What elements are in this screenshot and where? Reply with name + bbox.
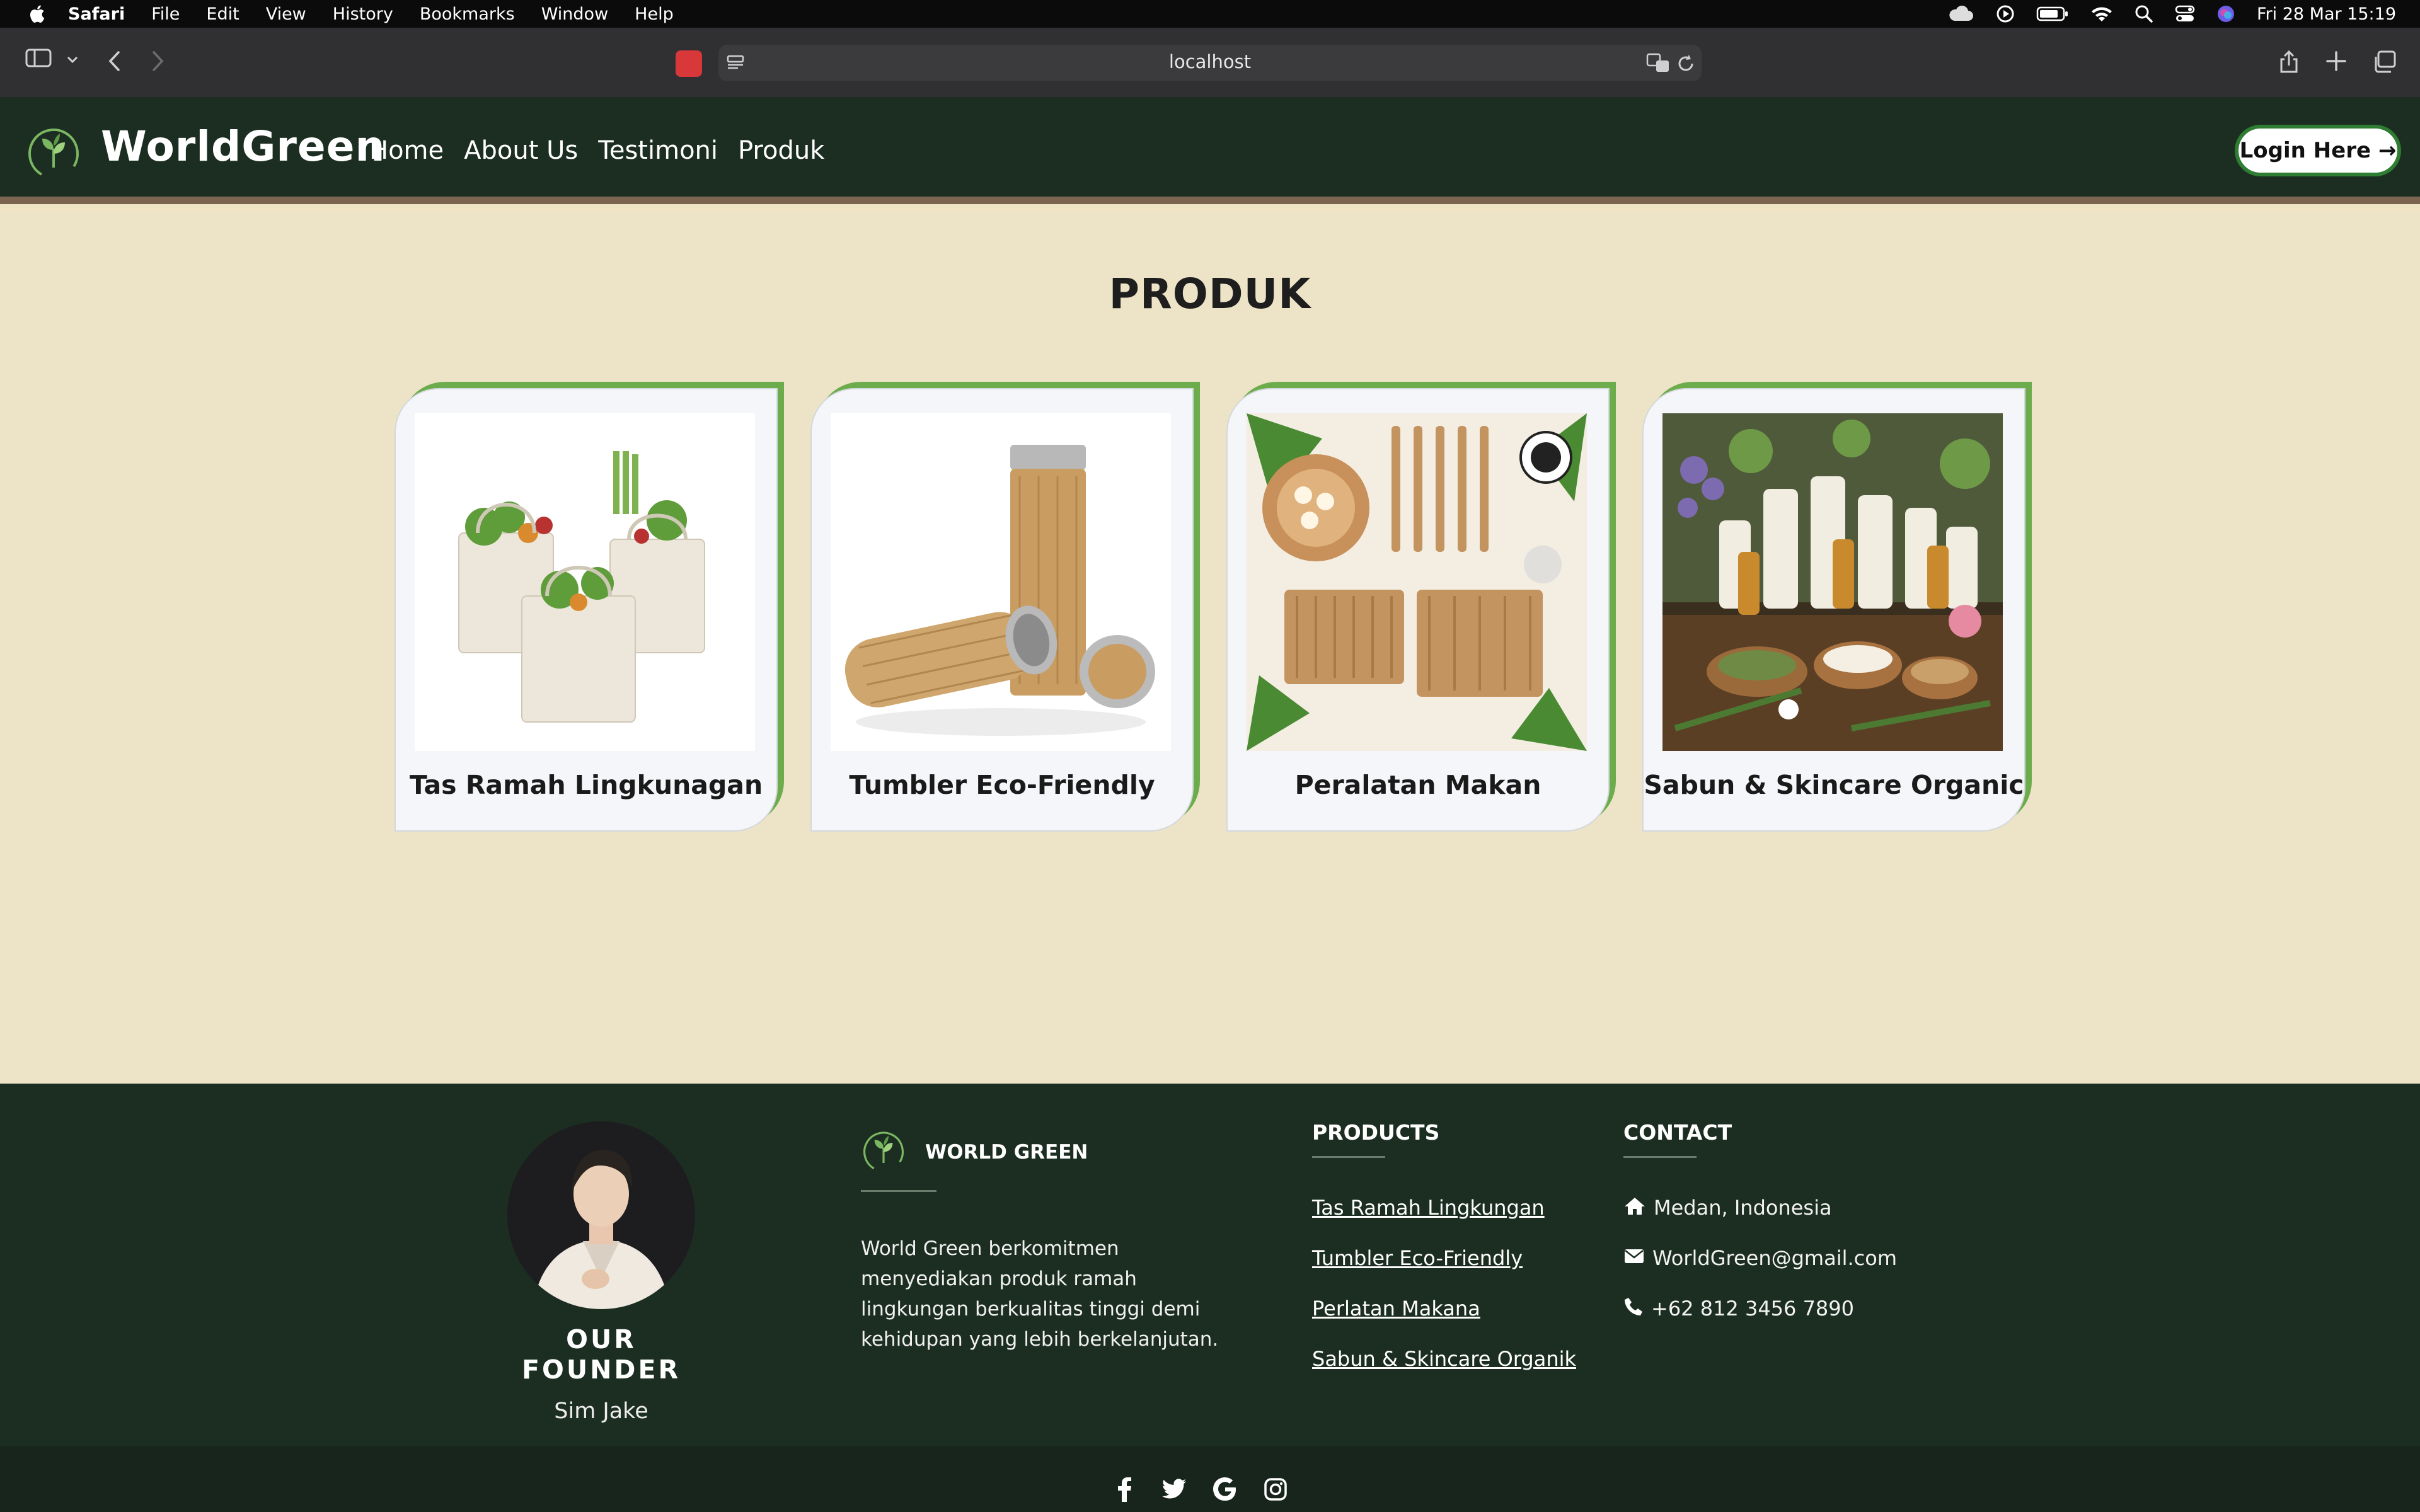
tote-bag-image [415, 413, 755, 751]
footer-link-peralatan[interactable]: Perlatan Makana [1312, 1297, 1480, 1320]
menu-file[interactable]: File [151, 4, 180, 24]
footer-products-title: PRODUCTS [1312, 1120, 1440, 1145]
url-text[interactable]: localhost [1084, 51, 1336, 72]
product-name: Sabun & Skincare Organic [1644, 770, 2024, 800]
about-block: WORLD GREEN World Green berkomitmen meny… [861, 1128, 1239, 1354]
battery-icon[interactable] [2036, 6, 2069, 22]
share-icon[interactable] [2279, 49, 2299, 77]
footer-link-sabun[interactable]: Sabun & Skincare Organik [1312, 1347, 1576, 1371]
main-nav: Home About Us Testimoni Produk [369, 136, 824, 165]
product-name: Tas Ramah Lingkunagan [409, 770, 763, 800]
menu-bar: Safari File Edit View History Bookmarks … [0, 0, 2420, 28]
spotlight-icon[interactable] [2135, 4, 2153, 23]
menu-app-safari[interactable]: Safari [68, 4, 125, 24]
divider [1312, 1156, 1385, 1158]
about-title: WORLD GREEN [925, 1140, 1088, 1164]
menu-window[interactable]: Window [541, 4, 608, 24]
new-tab-icon[interactable] [2325, 50, 2347, 75]
divider [861, 1190, 936, 1192]
menu-history[interactable]: History [333, 4, 393, 24]
wooden-cutlery-image [1247, 413, 1587, 751]
google-icon[interactable] [1213, 1477, 1238, 1502]
founder-block: OUR FOUNDER Sim Jake [500, 1121, 702, 1424]
envelope-icon [1623, 1246, 1645, 1270]
contact-email[interactable]: WorldGreen@gmail.com [1652, 1246, 1897, 1270]
phone-icon [1623, 1297, 1644, 1322]
twitter-icon[interactable] [1162, 1477, 1187, 1502]
back-icon[interactable] [107, 50, 121, 75]
sidebar-toggle-icon[interactable] [25, 48, 52, 71]
nav-home[interactable]: Home [369, 136, 444, 165]
nav-produk[interactable]: Produk [738, 136, 824, 165]
footer-contact: CONTACT Medan, Indonesia WorldGreen@gmai… [1623, 1120, 1897, 1347]
founder-title: OUR FOUNDER [521, 1324, 681, 1385]
contact-phone[interactable]: +62 812 3456 7890 [1651, 1297, 1854, 1320]
about-text: World Green berkomitmen menyediakan prod… [861, 1237, 1219, 1351]
site-header: WorldGreen Home About Us Testimoni Produ… [0, 97, 2420, 204]
product-card[interactable]: Peralatan Makan [1226, 388, 1610, 832]
home-icon [1623, 1196, 1646, 1221]
menu-help[interactable]: Help [635, 4, 674, 24]
organic-skincare-image [1662, 413, 2003, 751]
login-button[interactable]: Login Here → [2235, 125, 2401, 176]
product-card[interactable]: Sabun & Skincare Organic [1642, 388, 2025, 832]
siri-icon[interactable] [2216, 4, 2235, 23]
founder-avatar [507, 1121, 695, 1309]
product-grid: Tas Ramah Lingkunagan Tumbler Eco-Friend… [395, 388, 2025, 832]
play-icon[interactable] [1996, 4, 2015, 23]
site-footer: OUR FOUNDER Sim Jake WORLD GREEN World G… [0, 1084, 2420, 1512]
nav-about-us[interactable]: About Us [464, 136, 578, 165]
page-title: PRODUK [1109, 270, 1311, 318]
extension-icon[interactable] [676, 50, 702, 77]
instagram-icon[interactable] [1263, 1477, 1288, 1502]
page-menu-icon[interactable] [726, 54, 745, 74]
nav-testimoni[interactable]: Testimoni [598, 136, 718, 165]
footer-link-tumbler[interactable]: Tumbler Eco-Friendly [1312, 1246, 1523, 1270]
brand-name[interactable]: WorldGreen [101, 122, 385, 171]
chevron-down-icon[interactable] [67, 55, 78, 67]
divider [1623, 1156, 1697, 1158]
leaf-logo-icon [861, 1128, 906, 1176]
contact-location: Medan, Indonesia [1654, 1196, 1832, 1220]
apple-icon[interactable] [24, 1, 49, 26]
reload-icon[interactable] [1676, 53, 1695, 76]
social-links [1112, 1477, 1288, 1502]
forward-icon[interactable] [151, 50, 165, 75]
tab-overview-icon[interactable] [2372, 50, 2396, 76]
product-card[interactable]: Tumbler Eco-Friendly [810, 388, 1194, 832]
bamboo-tumbler-image [831, 413, 1171, 751]
footer-products: PRODUCTS Tas Ramah Lingkungan Tumbler Ec… [1312, 1120, 1576, 1397]
leaf-logo-icon[interactable] [25, 123, 82, 180]
menu-bookmarks[interactable]: Bookmarks [420, 4, 515, 24]
products-section: PRODUK Tas Ramah Lingkunagan Tumbler Eco… [0, 212, 2420, 1084]
footer-link-tas[interactable]: Tas Ramah Lingkungan [1312, 1196, 1545, 1220]
product-card[interactable]: Tas Ramah Lingkunagan [395, 388, 778, 832]
translate-icon[interactable] [1646, 53, 1670, 76]
product-name: Tumbler Eco-Friendly [849, 770, 1155, 800]
footer-contact-title: CONTACT [1623, 1120, 1732, 1145]
control-center-icon[interactable] [2175, 5, 2195, 23]
menu-edit[interactable]: Edit [206, 4, 239, 24]
clock-text[interactable]: Fri 28 Mar 15:19 [2257, 4, 2396, 24]
founder-name: Sim Jake [554, 1399, 648, 1424]
facebook-icon[interactable] [1112, 1477, 1137, 1502]
wifi-icon[interactable] [2090, 5, 2113, 23]
menu-view[interactable]: View [266, 4, 306, 24]
product-name: Peralatan Makan [1294, 770, 1541, 800]
cloud-icon[interactable] [1947, 6, 1974, 22]
